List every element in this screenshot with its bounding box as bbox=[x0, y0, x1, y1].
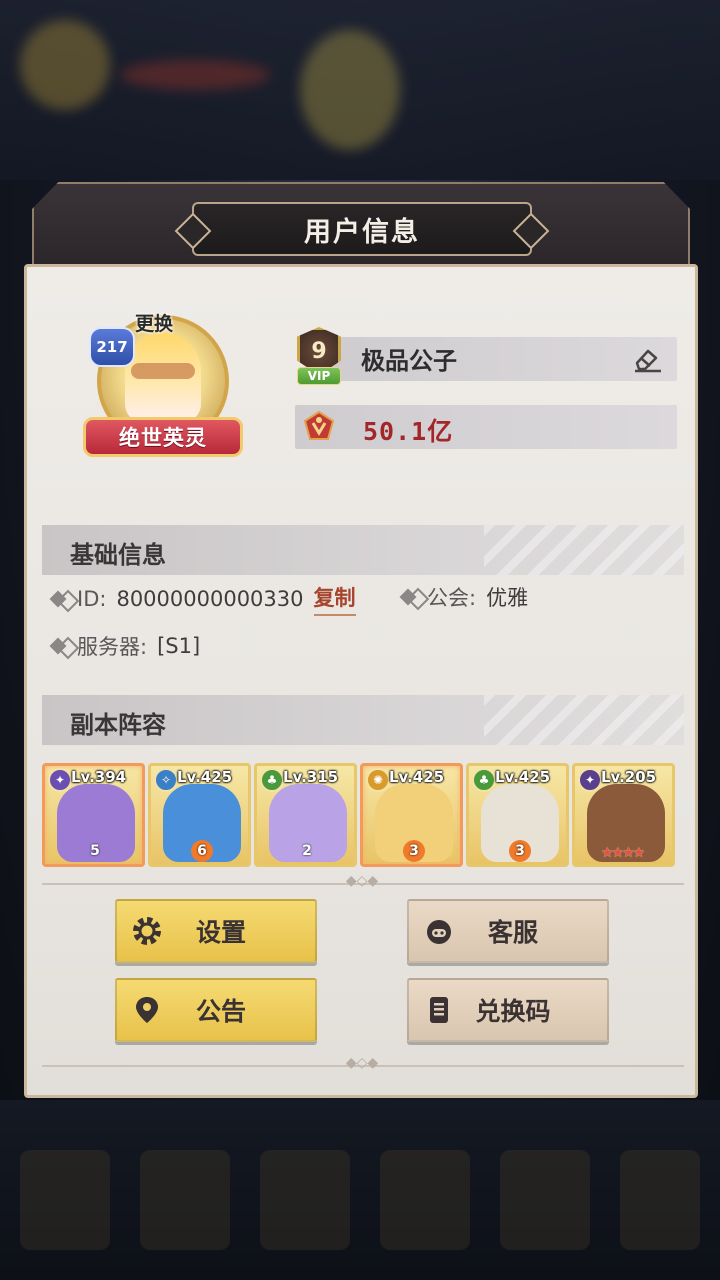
element-icon: ♣ bbox=[472, 768, 496, 792]
hero-lineup: ✦ Lv.394 5 ✧ Lv.425 6 ♣ Lv.315 2 ✺ Lv.42… bbox=[42, 763, 684, 867]
redeem-code-label: 兑换码 bbox=[475, 997, 551, 1026]
location-pin-icon bbox=[127, 990, 167, 1030]
background-decor bbox=[20, 20, 110, 110]
hero-card[interactable]: ♣ Lv.425 3 bbox=[466, 763, 569, 867]
settings-label: 设置 bbox=[195, 918, 246, 947]
hero-star-count: 5 bbox=[90, 843, 100, 859]
hero-level: Lv.394 bbox=[71, 768, 127, 786]
id-label: ID: bbox=[77, 587, 107, 611]
divider-ornament: ◆◇◆ bbox=[345, 873, 379, 889]
background-nav-icon bbox=[20, 1150, 110, 1250]
element-icon: ✦ bbox=[578, 768, 602, 792]
background-decor bbox=[120, 60, 270, 90]
bullet-diamond-icon bbox=[47, 588, 69, 610]
id-row: ID: 80000000000330 复制 bbox=[47, 582, 356, 616]
element-icon: ✺ bbox=[366, 768, 390, 792]
guild-label: 公会: bbox=[427, 586, 477, 610]
change-avatar-label[interactable]: 更换 bbox=[135, 309, 173, 336]
hero-star-count: 3 bbox=[509, 840, 531, 862]
id-value: 80000000000330 bbox=[116, 587, 304, 611]
hero-card[interactable]: ✧ Lv.425 6 bbox=[148, 763, 251, 867]
hero-card[interactable]: ♣ Lv.315 2 bbox=[254, 763, 357, 867]
hero-level: Lv.205 bbox=[601, 768, 657, 786]
redeem-code-button[interactable]: 兑换码 bbox=[407, 978, 609, 1042]
server-value: [S1] bbox=[157, 634, 201, 658]
book-icon bbox=[419, 990, 459, 1030]
divider-ornament: ◆◇◆ bbox=[345, 1055, 379, 1071]
hero-star-rating: ★★★★ bbox=[601, 845, 645, 861]
element-icon: ♣ bbox=[260, 768, 284, 792]
hero-star-count: 2 bbox=[302, 843, 312, 859]
modal-title: 用户信息 bbox=[304, 216, 420, 248]
section-title: 副本阵容 bbox=[70, 711, 166, 739]
server-row: 服务器: [S1] bbox=[47, 631, 200, 661]
user-info-modal: 217 更换 绝世英灵 9 VIP 极品公子 50.1亿 基础信息 ID: 80… bbox=[24, 182, 698, 1098]
background-nav-icon bbox=[260, 1150, 350, 1250]
background-nav-icon bbox=[140, 1150, 230, 1250]
power-bar bbox=[295, 405, 677, 449]
background-nav-icon bbox=[500, 1150, 590, 1250]
hero-card[interactable]: ✦ Lv.394 5 bbox=[42, 763, 145, 867]
section-title: 基础信息 bbox=[70, 541, 166, 569]
eraser-edit-icon[interactable] bbox=[633, 347, 663, 373]
guild-row: 公会: 优雅 bbox=[397, 582, 528, 612]
background-decor bbox=[300, 30, 400, 150]
notice-label: 公告 bbox=[195, 997, 246, 1026]
support-button[interactable]: 客服 bbox=[407, 899, 609, 963]
support-label: 客服 bbox=[487, 918, 538, 947]
section-lineup: 副本阵容 bbox=[42, 695, 684, 745]
hero-level: Lv.425 bbox=[495, 768, 551, 786]
power-crest-icon bbox=[301, 409, 337, 445]
background-nav-icon bbox=[380, 1150, 470, 1250]
settings-button[interactable]: 设置 bbox=[115, 899, 317, 963]
hero-star-count: 3 bbox=[403, 840, 425, 862]
background-nav-icon bbox=[620, 1150, 700, 1250]
bullet-diamond-icon bbox=[47, 635, 69, 657]
vip-badge: 9 VIP bbox=[291, 327, 347, 389]
modal-panel: 217 更换 绝世英灵 9 VIP 极品公子 50.1亿 基础信息 ID: 80… bbox=[24, 264, 698, 1098]
copy-id-button[interactable]: 复制 bbox=[313, 582, 356, 616]
vip-label: VIP bbox=[297, 367, 341, 385]
hero-level: Lv.425 bbox=[177, 768, 233, 786]
server-label: 服务器: bbox=[77, 635, 148, 659]
headset-icon bbox=[419, 911, 459, 951]
gear-icon bbox=[127, 911, 167, 951]
element-icon: ✦ bbox=[48, 768, 72, 792]
modal-title-plate: 用户信息 bbox=[192, 202, 532, 256]
section-basic-info: 基础信息 bbox=[42, 525, 684, 575]
hero-card[interactable]: ✦ Lv.205 ★★★★ bbox=[572, 763, 675, 867]
player-name: 极品公子 bbox=[361, 347, 457, 375]
title-badge: 绝世英灵 bbox=[83, 417, 243, 457]
combat-power: 50.1亿 bbox=[363, 417, 454, 446]
avatar[interactable]: 217 更换 绝世英灵 bbox=[83, 309, 243, 459]
hero-level: Lv.425 bbox=[389, 768, 445, 786]
player-level-badge: 217 bbox=[89, 327, 135, 367]
hero-level: Lv.315 bbox=[283, 768, 339, 786]
avatar-portrait-detail bbox=[131, 363, 195, 379]
hero-card[interactable]: ✺ Lv.425 3 bbox=[360, 763, 463, 867]
guild-value: 优雅 bbox=[486, 586, 529, 610]
hero-star-count: 6 bbox=[191, 840, 213, 862]
element-icon: ✧ bbox=[154, 768, 178, 792]
notice-button[interactable]: 公告 bbox=[115, 978, 317, 1042]
bullet-diamond-icon bbox=[397, 586, 419, 608]
